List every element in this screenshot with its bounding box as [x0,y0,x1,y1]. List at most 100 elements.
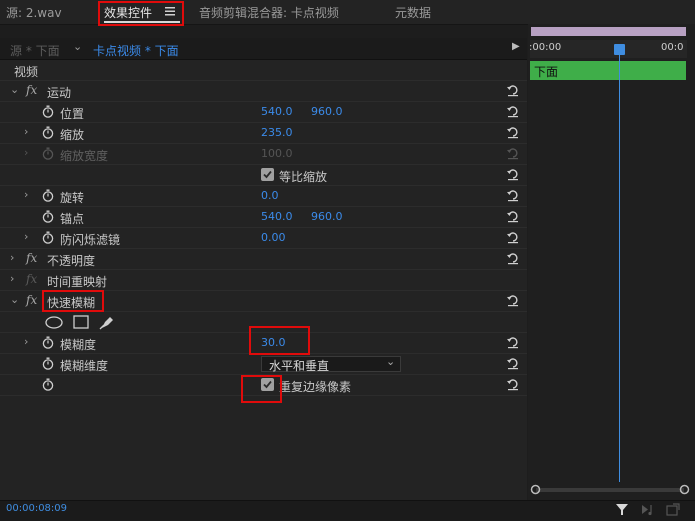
stopwatch-icon[interactable] [42,357,54,370]
status-bar [0,500,695,521]
rotation-value[interactable]: 0.0 [261,189,279,202]
stopwatch-icon[interactable] [42,105,54,118]
row-anchor-point[interactable]: 锚点 540.0 960.0 [0,207,527,228]
row-time-remapping[interactable]: › fx 时间重映射 [0,270,527,291]
stopwatch-icon[interactable] [42,210,54,223]
stopwatch-icon[interactable] [42,126,54,139]
chevron-right-icon[interactable]: › [10,251,14,264]
row-fast-blur[interactable]: ⌄ fx 快速模糊 [0,291,527,312]
reset-icon[interactable] [506,335,520,349]
row-rotation[interactable]: › 旋转 0.0 [0,186,527,207]
tab-source[interactable]: 源: 2.wav [6,4,62,21]
chevron-down-icon: ⌄ [386,355,396,368]
stopwatch-icon [42,147,54,160]
hamburger-icon[interactable] [165,5,175,19]
stopwatch-icon[interactable] [42,189,54,202]
play-audio-icon[interactable] [641,503,655,519]
stopwatch-icon[interactable] [42,231,54,244]
chevron-right-icon[interactable]: › [24,188,28,201]
fx-icon[interactable]: fx [26,251,37,265]
position-y-value[interactable]: 960.0 [311,105,343,118]
chevron-down-icon[interactable]: ⌄ [10,83,19,96]
anchor-y-value[interactable]: 960.0 [311,210,343,223]
fx-icon[interactable]: fx [26,83,37,97]
row-scale[interactable]: › 缩放 235.0 [0,123,527,144]
chevron-right-icon[interactable]: › [24,335,28,348]
anchor-x-value[interactable]: 540.0 [261,210,293,223]
tab-audio-clip-mixer[interactable]: 音频剪辑混合器: 卡点视频 [199,4,339,21]
ruler-end-label: 00:0 [661,42,684,53]
row-blurriness[interactable]: › 模糊度 30.0 [0,333,527,354]
row-scale-width: › 缩放宽度 100.0 [0,144,527,165]
blurriness-value[interactable]: 30.0 [261,336,286,349]
current-timecode[interactable]: 00:00:08:09 [6,503,67,514]
row-anti-flicker[interactable]: › 防闪烁滤镜 0.00 [0,228,527,249]
row-label: 旋转 [60,191,85,205]
reset-icon[interactable] [506,83,520,97]
reset-icon[interactable] [506,209,520,223]
work-area-bar[interactable] [531,27,686,36]
ellipse-mask-icon[interactable] [45,316,63,332]
fx-icon[interactable]: fx [26,293,37,307]
section-label: 视频 [14,65,39,79]
reset-icon[interactable] [506,377,520,391]
filter-icon[interactable] [615,503,629,519]
reset-icon[interactable] [506,125,520,139]
row-motion[interactable]: ⌄ fx 运动 [0,81,527,102]
scroll-handle-right-icon[interactable] [679,484,690,498]
row-label: 运动 [47,86,72,100]
chevron-right-icon[interactable]: › [24,125,28,138]
anti-flicker-value[interactable]: 0.00 [261,231,286,244]
checkbox-label: 重复边缘像素 [279,380,352,394]
timeline-scrollbar[interactable] [536,488,684,492]
row-label: 模糊维度 [60,359,109,373]
reset-icon [506,146,520,160]
position-x-value[interactable]: 540.0 [261,105,293,118]
row-label: 锚点 [60,212,85,226]
playhead-line [619,45,620,482]
row-blur-dimensions[interactable]: 模糊维度 水平和垂直 ⌄ [0,354,527,375]
reset-icon[interactable] [506,104,520,118]
chevron-right-icon[interactable]: › [24,230,28,243]
ruler-start-label: :00:00 [529,42,562,53]
row-label: 模糊度 [60,338,97,352]
reset-icon[interactable] [506,293,520,307]
export-icon[interactable] [666,503,680,519]
row-label: 缩放 [60,128,85,142]
active-tab-indicator [104,21,180,23]
rectangle-mask-icon[interactable] [73,315,89,332]
sequence-clip-selector[interactable]: 卡点视频 * 下面 [93,42,179,59]
scale-width-value: 100.0 [261,147,293,160]
repeat-edge-pixels-checkbox[interactable] [261,378,274,391]
clip-name: 下面 [534,65,559,79]
chevron-right-icon: › [24,146,29,159]
master-clip-label: 源 * 下面 [10,44,60,58]
reset-icon[interactable] [506,167,520,181]
section-video: 视频 [0,60,527,81]
scroll-handle-left-icon[interactable] [530,484,541,498]
reset-icon[interactable] [506,230,520,244]
row-mask-tools [0,312,527,333]
scale-value[interactable]: 235.0 [261,126,293,139]
tab-metadata[interactable]: 元数据 [395,4,431,21]
row-repeat-edge-pixels[interactable]: 重复边缘像素 [0,375,527,396]
chevron-down-icon[interactable]: ⌄ [73,40,82,53]
blur-dimensions-dropdown[interactable]: 水平和垂直 ⌄ [261,355,401,373]
playhead-handle[interactable] [614,44,625,55]
tab-effect-controls[interactable]: 效果控件 [104,4,152,21]
uniform-scale-checkbox[interactable] [261,168,274,181]
row-position[interactable]: 位置 540.0 960.0 [0,102,527,123]
row-opacity[interactable]: › fx 不透明度 [0,249,527,270]
chevron-right-icon[interactable]: › [10,272,14,285]
pen-mask-icon[interactable] [99,314,115,333]
reset-icon[interactable] [506,188,520,202]
chevron-down-icon[interactable]: ⌄ [10,293,19,306]
row-label: 防闪烁滤镜 [60,233,121,247]
reset-icon[interactable] [506,251,520,265]
stopwatch-icon[interactable] [42,336,54,349]
play-triangle-icon[interactable]: ▶ [512,41,520,52]
stopwatch-icon[interactable] [42,378,54,391]
fx-icon: fx [26,272,38,286]
reset-icon[interactable] [506,356,520,370]
row-label: 不透明度 [47,254,96,268]
